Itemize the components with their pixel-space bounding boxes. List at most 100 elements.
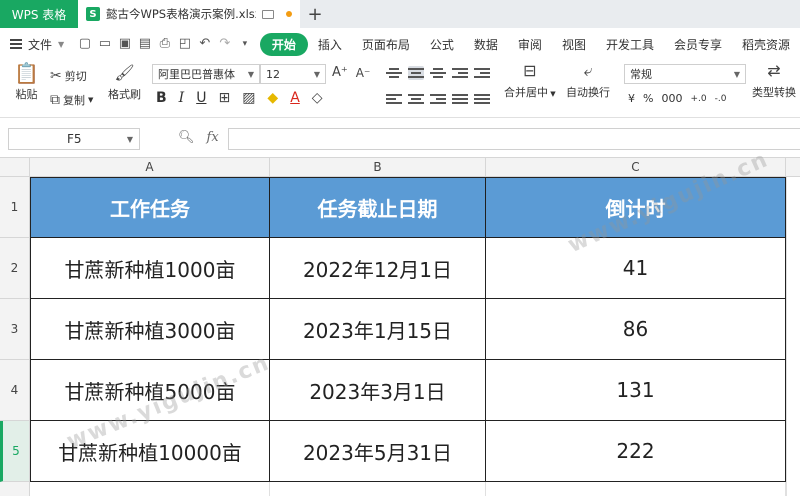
decrease-indent-icon[interactable] (452, 66, 468, 80)
clipboard-icon: 📋 (14, 61, 39, 85)
table-cell[interactable]: 2022年12月1日 (270, 238, 486, 299)
align-center-icon[interactable] (408, 92, 424, 106)
save-icon[interactable]: ▣ (118, 37, 132, 51)
column-header-b[interactable]: B (270, 158, 486, 177)
print-preview-icon[interactable]: ◰ (178, 37, 192, 51)
wps-home-tab[interactable]: WPS 表格 (0, 0, 78, 28)
new-tab-button[interactable]: + (300, 0, 330, 28)
justify-icon[interactable] (452, 92, 468, 106)
font-name-value: 阿里巴巴普惠体 (158, 68, 235, 81)
more-chevron-icon[interactable]: ▾ (238, 37, 252, 51)
tab-formulas[interactable]: 公式 (420, 36, 464, 53)
decrease-decimal-button[interactable]: -.0 (715, 94, 727, 104)
fill-color-icon[interactable]: ◆ (267, 91, 278, 105)
row-header-2[interactable]: 2 (0, 238, 30, 299)
align-bottom-icon[interactable] (430, 66, 446, 80)
borders-icon[interactable]: ⊞ (218, 91, 230, 105)
table-header-task[interactable]: 工作任务 (30, 177, 270, 238)
fill-pattern-icon[interactable]: ▨ (242, 91, 255, 105)
align-middle-icon[interactable] (408, 66, 424, 80)
table-cell[interactable]: 甘蔗新种植3000亩 (30, 299, 270, 360)
wrap-text-button[interactable]: ⤶ 自动换行 (566, 61, 610, 100)
row-header-4[interactable]: 4 (0, 360, 30, 421)
currency-button[interactable]: ¥ (628, 92, 635, 105)
paste-button[interactable]: 📋 粘贴 (14, 61, 39, 102)
clear-format-icon[interactable]: ◇ (312, 91, 323, 105)
row-header-3[interactable]: 3 (0, 299, 30, 360)
chevron-down-icon: ▼ (313, 69, 320, 79)
print-icon[interactable]: ⎙ (158, 37, 172, 51)
underline-button[interactable]: U (196, 90, 206, 106)
table-cell[interactable]: 222 (486, 421, 786, 482)
tab-data[interactable]: 数据 (464, 36, 508, 53)
increase-font-icon[interactable]: A⁺ (332, 66, 348, 80)
increase-decimal-button[interactable]: +.0 (690, 94, 706, 104)
empty-cell-c6[interactable] (486, 482, 786, 496)
row-header-5[interactable]: 5 (0, 421, 30, 482)
redo-icon[interactable]: ↷ (218, 37, 232, 51)
table-cell[interactable]: 2023年5月31日 (270, 421, 486, 482)
row-header-1[interactable]: 1 (0, 177, 30, 238)
column-header-d[interactable] (786, 158, 800, 177)
row-header-6[interactable] (0, 482, 30, 496)
table-cell[interactable]: 甘蔗新种植5000亩 (30, 360, 270, 421)
tab-insert[interactable]: 插入 (308, 36, 352, 53)
table-cell[interactable]: 2023年3月1日 (270, 360, 486, 421)
tab-docer[interactable]: 稻壳资源 (732, 36, 800, 53)
open-folder-icon[interactable]: ▭ (98, 37, 112, 51)
distributed-align-icon[interactable] (474, 92, 490, 106)
format-painter-button[interactable]: 🖌 格式刷 (108, 65, 141, 102)
merge-center-button[interactable]: ⊟ 合并居中 ▼ (504, 63, 556, 100)
table-cell[interactable]: 甘蔗新种植1000亩 (30, 238, 270, 299)
table-header-deadline[interactable]: 任务截止日期 (270, 177, 486, 238)
tab-home[interactable]: 开始 (259, 32, 308, 56)
table-cell[interactable]: 甘蔗新种植10000亩 (30, 421, 270, 482)
number-format-select[interactable]: 常规 ▼ (624, 64, 746, 84)
increase-indent-icon[interactable] (474, 66, 490, 80)
select-all-corner[interactable] (0, 158, 30, 177)
bold-button[interactable]: B (156, 90, 167, 106)
new-file-icon[interactable]: ▢ (78, 37, 92, 51)
align-top-icon[interactable] (386, 66, 402, 80)
tab-member[interactable]: 会员专享 (664, 36, 732, 53)
table-cell[interactable]: 41 (486, 238, 786, 299)
export-icon[interactable]: ▤ (138, 37, 152, 51)
number-format-value: 常规 (630, 68, 652, 81)
tab-developer[interactable]: 开发工具 (596, 36, 664, 53)
align-right-icon[interactable] (430, 92, 446, 106)
thousands-separator-button[interactable]: 000 (661, 92, 682, 105)
tab-page-layout[interactable]: 页面布局 (352, 36, 420, 53)
table-header-countdown[interactable]: 倒计时 (486, 177, 786, 238)
decrease-font-icon[interactable]: A⁻ (356, 66, 371, 80)
empty-cell-a6[interactable] (30, 482, 270, 496)
align-left-icon[interactable] (386, 92, 402, 106)
table-cell[interactable]: 2023年1月15日 (270, 299, 486, 360)
font-size-select[interactable]: 12 ▼ (260, 64, 326, 84)
function-icon[interactable]: fx (207, 130, 219, 145)
cut-button[interactable]: ✂ 剪切 (50, 68, 87, 84)
column-header-a[interactable]: A (30, 158, 270, 177)
file-menu[interactable]: 文件 ▼ (0, 36, 78, 53)
tab-view[interactable]: 视图 (552, 36, 596, 53)
formula-input[interactable] (228, 128, 800, 150)
copy-button[interactable]: ⧉ 复制 ▼ (50, 92, 93, 108)
tab-review[interactable]: 审阅 (508, 36, 552, 53)
empty-column-d[interactable] (786, 177, 800, 496)
empty-cell-b6[interactable] (270, 482, 486, 496)
monitor-icon[interactable] (262, 9, 274, 19)
quick-access-toolbar: ▢ ▭ ▣ ▤ ⎙ ◰ ↶ ↷ ▾ (78, 37, 252, 51)
font-name-select[interactable]: 阿里巴巴普惠体 ▼ (152, 64, 260, 84)
wrap-text-icon: ⤶ (583, 61, 593, 80)
font-color-icon[interactable]: A (290, 91, 300, 105)
table-cell[interactable]: 131 (486, 360, 786, 421)
document-tab[interactable]: S 懿古今WPS表格演示案例.xlsx (78, 0, 300, 28)
undo-icon[interactable]: ↶ (198, 37, 212, 51)
table-cell[interactable]: 86 (486, 299, 786, 360)
column-header-c[interactable]: C (486, 158, 786, 177)
percent-button[interactable]: % (643, 92, 653, 105)
name-box[interactable]: F5 ▼ (8, 128, 140, 150)
cut-label: 剪切 (64, 70, 87, 83)
zoom-search-icon[interactable]: 🔍︎ (178, 130, 195, 145)
type-convert-button[interactable]: ⇄ 类型转换 (752, 63, 796, 100)
italic-button[interactable]: I (179, 90, 185, 106)
